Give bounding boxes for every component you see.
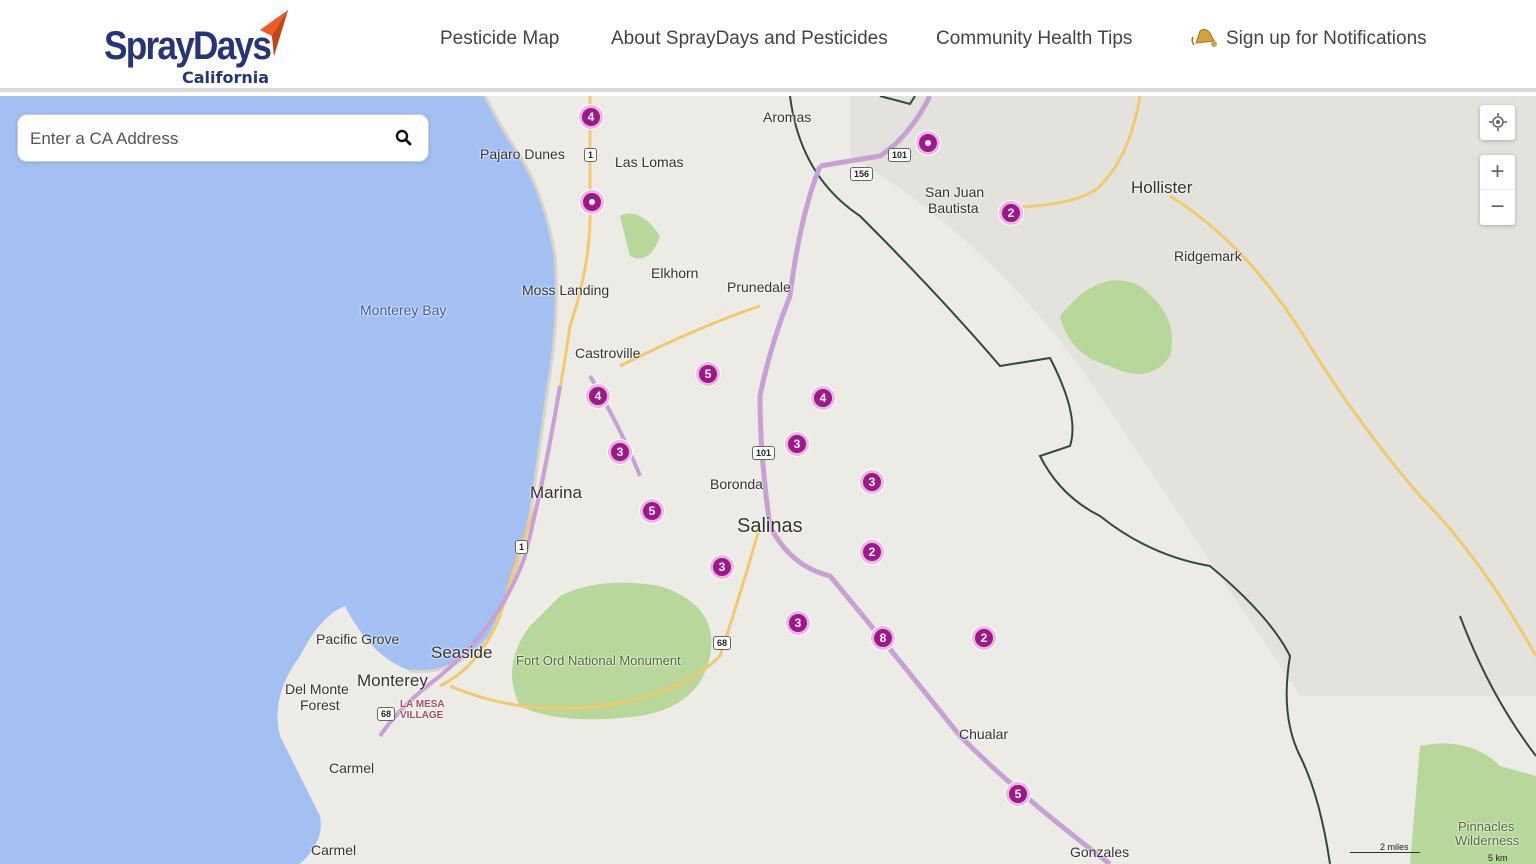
- highway-shield: 1: [515, 540, 529, 554]
- map-base: [0, 96, 1536, 864]
- place-fort-ord: Fort Ord National Monument: [516, 653, 681, 668]
- spray-site-marker[interactable]: [916, 131, 940, 155]
- spray-cluster-marker[interactable]: 3: [608, 440, 632, 464]
- search-icon[interactable]: [394, 128, 414, 148]
- spray-cluster-marker[interactable]: 5: [640, 499, 664, 523]
- place-marina: Marina: [530, 483, 582, 502]
- crosshair-icon: [1488, 113, 1507, 131]
- paper-plane-icon: [260, 10, 288, 56]
- place-ridgemark: Ridgemark: [1174, 248, 1242, 264]
- place-hollister: Hollister: [1131, 178, 1193, 197]
- spray-cluster-marker[interactable]: 3: [786, 611, 810, 635]
- spray-cluster-marker[interactable]: 8: [871, 626, 895, 650]
- zoom-in-button[interactable]: +: [1480, 155, 1515, 190]
- logo-subtitle: California: [182, 68, 270, 87]
- scale-km: 5 km: [1488, 853, 1508, 863]
- place-san-juan: San Juan: [925, 184, 985, 200]
- pesticide-map[interactable]: Aromas Pajaro Dunes Las Lomas San Juan B…: [0, 96, 1536, 864]
- spray-cluster-marker[interactable]: 5: [1006, 782, 1030, 806]
- place-boronda: Boronda: [710, 476, 763, 492]
- place-carmel-highlands: Carmel: [311, 842, 357, 858]
- place-chualar: Chualar: [959, 726, 1009, 742]
- map-scale: 2 miles 5 km: [1350, 842, 1508, 863]
- scale-miles: 2 miles: [1350, 842, 1420, 853]
- place-salinas: Salinas: [737, 515, 803, 537]
- nav-pesticide-map[interactable]: Pesticide Map: [440, 28, 559, 50]
- spray-site-marker[interactable]: [580, 190, 604, 214]
- highway-shield: 68: [713, 636, 732, 650]
- place-elkhorn: Elkhorn: [651, 265, 699, 281]
- place-del-monte: Del Monte: [285, 681, 349, 697]
- zoom-control: + −: [1480, 155, 1515, 225]
- place-prunedale: Prunedale: [727, 279, 791, 295]
- nav-about[interactable]: About SprayDays and Pesticides: [611, 28, 888, 50]
- highway-shield: 101: [888, 148, 912, 162]
- spray-cluster-marker[interactable]: 4: [586, 384, 610, 408]
- spray-cluster-marker[interactable]: 4: [579, 105, 603, 129]
- spray-cluster-marker[interactable]: 2: [972, 626, 996, 650]
- spray-cluster-marker[interactable]: 2: [999, 201, 1023, 225]
- place-gonzales: Gonzales: [1070, 844, 1130, 860]
- highway-shield: 156: [850, 167, 874, 181]
- spray-cluster-marker[interactable]: 2: [860, 540, 884, 564]
- bell-icon[interactable]: [1190, 25, 1220, 55]
- nav-health-tips[interactable]: Community Health Tips: [936, 28, 1132, 50]
- zoom-out-button[interactable]: −: [1480, 190, 1515, 225]
- address-search-input[interactable]: [30, 127, 390, 151]
- place-castroville: Castroville: [575, 345, 641, 361]
- spraydays-logo[interactable]: SprayDays California: [100, 8, 300, 90]
- locate-button[interactable]: [1480, 105, 1515, 140]
- logo-wordmark: SprayDays: [104, 24, 272, 68]
- place-las-lomas: Las Lomas: [615, 154, 684, 170]
- place-bautista: Bautista: [928, 200, 979, 216]
- spray-cluster-marker[interactable]: 4: [811, 386, 835, 410]
- place-monterey: Monterey: [357, 671, 428, 690]
- place-seaside: Seaside: [431, 643, 493, 662]
- spray-cluster-marker[interactable]: 3: [860, 470, 884, 494]
- address-search-box: [17, 114, 429, 162]
- site-header: SprayDays California Pesticide Map About…: [0, 0, 1536, 92]
- place-la-mesa: LA MESA: [400, 699, 445, 710]
- locate-control: [1480, 105, 1515, 140]
- place-forest: Forest: [300, 697, 340, 713]
- highway-shield: 1: [584, 148, 598, 162]
- place-pacific-grove: Pacific Grove: [316, 631, 400, 647]
- spray-cluster-marker[interactable]: 3: [785, 432, 809, 456]
- place-moss-landing: Moss Landing: [522, 282, 610, 298]
- place-carmel: Carmel: [329, 760, 375, 776]
- highway-shield: 68: [377, 707, 396, 721]
- place-pajaro-dunes: Pajaro Dunes: [480, 146, 565, 162]
- highway-shield: 101: [752, 446, 776, 460]
- place-monterey-bay: Monterey Bay: [360, 302, 447, 318]
- place-village: VILLAGE: [400, 710, 444, 721]
- place-pinnacles: Pinnacles: [1458, 819, 1515, 834]
- nav-signup-notifications[interactable]: Sign up for Notifications: [1226, 28, 1427, 50]
- place-aromas: Aromas: [763, 109, 812, 125]
- spray-cluster-marker[interactable]: 3: [710, 555, 734, 579]
- spray-cluster-marker[interactable]: 5: [696, 362, 720, 386]
